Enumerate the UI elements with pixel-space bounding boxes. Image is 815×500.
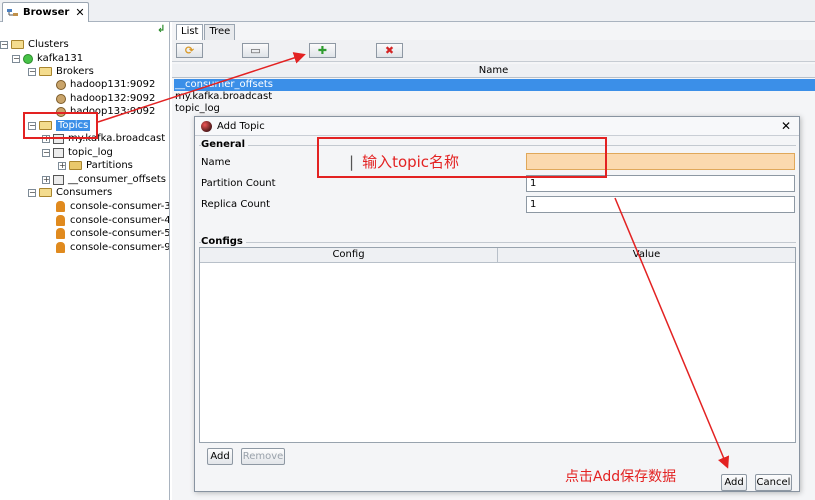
tree-node-partitions[interactable]: + Partitions bbox=[58, 159, 133, 172]
expand-icon[interactable]: + bbox=[42, 175, 50, 184]
tree-node-broker[interactable]: hadoop132:9092 bbox=[56, 92, 155, 105]
folder-open-icon bbox=[11, 40, 24, 49]
tree-node-consumers[interactable]: − Consumers bbox=[28, 186, 112, 199]
folder-open-icon bbox=[39, 188, 52, 197]
configs-table[interactable]: Config Value bbox=[199, 247, 796, 443]
tree-node-label: hadoop132:9092 bbox=[70, 93, 156, 104]
tree-node-label: Consumers bbox=[56, 187, 113, 198]
browser-tab[interactable]: Browser ✕ bbox=[2, 2, 89, 22]
browser-tab-label: Browser bbox=[23, 7, 70, 18]
cancel-button[interactable]: Cancel bbox=[755, 474, 792, 491]
configs-divider bbox=[199, 242, 796, 243]
collapse-arrow-icon[interactable]: ↲ bbox=[157, 24, 165, 35]
dialog-title: Add Topic bbox=[217, 120, 265, 132]
collapse-icon[interactable]: − bbox=[28, 67, 36, 76]
refresh-icon: ⟳ bbox=[184, 44, 195, 57]
general-section-label: General bbox=[201, 139, 248, 150]
plus-icon: ✚ bbox=[317, 44, 328, 57]
tree-node-label: __consumer_offsets bbox=[68, 174, 167, 185]
topic-icon bbox=[53, 174, 64, 185]
topics-toolbar: ⟳ ▭ ✚ ✖ bbox=[172, 40, 815, 62]
cluster-status-icon bbox=[23, 53, 33, 64]
list-column-name[interactable]: Name bbox=[172, 64, 815, 78]
tree-node-consumer[interactable]: console-consumer-517 bbox=[56, 227, 169, 240]
broker-icon bbox=[56, 79, 66, 90]
list-item[interactable]: topic_log bbox=[174, 103, 815, 115]
partition-count-label: Partition Count bbox=[201, 178, 276, 189]
close-icon[interactable]: ✕ bbox=[75, 6, 84, 19]
tree-node-label: console-consumer-463 bbox=[70, 215, 169, 226]
tree-node-label: console-consumer-987 bbox=[70, 242, 169, 253]
tree-node-label: Clusters bbox=[28, 39, 69, 50]
delete-icon: ✖ bbox=[384, 44, 395, 57]
tree-node-cluster[interactable]: − kafka131 bbox=[12, 52, 83, 65]
editor-tab-bar: Browser ✕ bbox=[0, 0, 815, 22]
configs-table-header: Config Value bbox=[200, 248, 795, 263]
consumer-icon bbox=[56, 242, 65, 253]
tree-node-brokers[interactable]: − Brokers bbox=[28, 65, 94, 78]
add-button[interactable]: Add bbox=[721, 474, 747, 491]
app-logo-icon bbox=[201, 120, 212, 132]
topic-icon bbox=[53, 147, 64, 158]
tree-node-label: console-consumer-517 bbox=[70, 228, 169, 239]
replica-count-label: Replica Count bbox=[201, 199, 271, 210]
expand-icon[interactable]: + bbox=[58, 161, 66, 170]
refresh-button[interactable]: ⟳ bbox=[176, 43, 203, 58]
folder-open-icon bbox=[39, 67, 52, 76]
tree-node-label: Brokers bbox=[56, 66, 94, 77]
consumer-icon bbox=[56, 201, 65, 212]
name-label: Name bbox=[201, 157, 231, 168]
tab-list[interactable]: List bbox=[176, 24, 204, 40]
text-cursor: | bbox=[349, 153, 355, 171]
dialog-titlebar: Add Topic ✕ bbox=[195, 117, 799, 136]
value-column-header[interactable]: Value bbox=[498, 248, 795, 262]
config-column-header[interactable]: Config bbox=[200, 248, 498, 262]
list-item[interactable]: __consumer_offsets bbox=[174, 79, 815, 91]
configs-section-label: Configs bbox=[201, 236, 246, 247]
tree-node-label: Partitions bbox=[86, 160, 133, 171]
annotation-box-topics bbox=[23, 112, 98, 139]
print-button[interactable]: ▭ bbox=[242, 43, 269, 58]
tree-node-label: hadoop131:9092 bbox=[70, 79, 156, 90]
collapse-icon[interactable]: − bbox=[0, 40, 8, 49]
collapse-icon[interactable]: − bbox=[28, 188, 36, 197]
collapse-icon[interactable]: − bbox=[42, 148, 50, 157]
annotation-name-hint-text: 输入topic名称 bbox=[362, 153, 460, 171]
list-item[interactable]: my.kafka.broadcast bbox=[174, 91, 815, 103]
tree-node-topic[interactable]: − topic_log bbox=[42, 146, 113, 159]
tab-tree[interactable]: Tree bbox=[204, 24, 236, 40]
folder-icon bbox=[69, 161, 82, 170]
tree-node-consumer[interactable]: console-consumer-987 bbox=[56, 241, 169, 254]
close-icon[interactable]: ✕ bbox=[781, 119, 791, 133]
tree-node-label: topic_log bbox=[68, 147, 113, 158]
cluster-tree-panel: ↲ − Clusters − kafka131 − Brokers hadoop… bbox=[0, 22, 170, 500]
add-topic-button[interactable]: ✚ bbox=[309, 43, 336, 58]
annotation-save-hint: 点击Add保存数据 bbox=[565, 469, 677, 485]
consumer-icon bbox=[56, 228, 65, 239]
view-tabs: List Tree bbox=[176, 24, 236, 40]
add-config-button[interactable]: Add bbox=[207, 448, 233, 465]
tree-node-consumer[interactable]: console-consumer-308 bbox=[56, 200, 169, 213]
tree-node-clusters[interactable]: − Clusters bbox=[0, 38, 69, 51]
browser-tab-icon bbox=[7, 8, 19, 18]
broker-icon bbox=[56, 93, 66, 104]
print-icon: ▭ bbox=[250, 44, 261, 57]
collapse-icon[interactable]: − bbox=[12, 54, 20, 63]
consumer-icon bbox=[56, 215, 65, 226]
tree-node-consumer[interactable]: console-consumer-463 bbox=[56, 214, 169, 227]
tree-node-label: console-consumer-308 bbox=[70, 201, 169, 212]
remove-config-button[interactable]: Remove bbox=[241, 448, 285, 465]
annotation-name-hint: | 输入topic名称 bbox=[349, 151, 459, 172]
replica-count-input[interactable] bbox=[526, 196, 795, 213]
tree-node-topic[interactable]: + __consumer_offsets bbox=[42, 173, 166, 186]
tree-node-label: kafka131 bbox=[37, 53, 84, 64]
delete-topic-button[interactable]: ✖ bbox=[376, 43, 403, 58]
tree-node-broker[interactable]: hadoop131:9092 bbox=[56, 78, 155, 91]
